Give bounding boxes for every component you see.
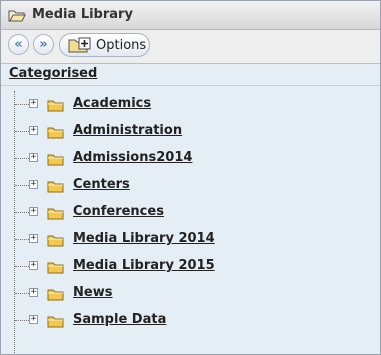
- open-folder-icon: [8, 8, 26, 27]
- folder-icon: [47, 178, 64, 197]
- toolbar: « » Options: [1, 30, 380, 64]
- tree-item[interactable]: + Centers: [1, 172, 380, 199]
- folder-icon: [47, 151, 64, 170]
- expand-icon[interactable]: +: [29, 180, 38, 189]
- expand-icon[interactable]: +: [29, 261, 38, 270]
- expand-icon[interactable]: +: [29, 234, 38, 243]
- tree-item[interactable]: + Conferences: [1, 199, 380, 226]
- panel-title: Media Library: [32, 7, 133, 22]
- tree-connector: [15, 158, 29, 159]
- tree-item-label[interactable]: News: [73, 285, 112, 300]
- folder-options-icon: [68, 37, 92, 58]
- tree-item-label[interactable]: Media Library 2014: [73, 231, 215, 246]
- expand-icon[interactable]: +: [29, 153, 38, 162]
- expand-icon[interactable]: +: [29, 126, 38, 135]
- tree-item[interactable]: + Sample Data: [1, 307, 380, 334]
- tree-item-label[interactable]: Conferences: [73, 204, 164, 219]
- tree-connector: [15, 104, 29, 105]
- tree-item[interactable]: + Media Library 2014: [1, 226, 380, 253]
- tree-connector: [15, 320, 29, 321]
- media-library-panel: Media Library « » Options Categorised + A…: [0, 0, 381, 355]
- tree-item[interactable]: + News: [1, 280, 380, 307]
- categorised-root[interactable]: Categorised: [9, 66, 97, 81]
- next-button[interactable]: »: [33, 34, 54, 55]
- tree-item[interactable]: + Media Library 2015: [1, 253, 380, 280]
- title-bar: Media Library: [1, 1, 380, 30]
- expand-icon[interactable]: +: [29, 315, 38, 324]
- tree-connector: [15, 212, 29, 213]
- options-button[interactable]: Options: [59, 33, 150, 57]
- folder-icon: [47, 286, 64, 305]
- tree-item[interactable]: + Academics: [1, 91, 380, 118]
- folder-icon: [47, 313, 64, 332]
- folder-icon: [47, 205, 64, 224]
- tree-item[interactable]: + Admissions2014: [1, 145, 380, 172]
- tree-connector: [15, 239, 29, 240]
- tree-item-label[interactable]: Sample Data: [73, 312, 166, 327]
- divider: [1, 85, 380, 86]
- expand-icon[interactable]: +: [29, 99, 38, 108]
- folder-icon: [47, 97, 64, 116]
- options-label: Options: [96, 38, 147, 53]
- folder-icon: [47, 124, 64, 143]
- tree-item[interactable]: + Administration: [1, 118, 380, 145]
- tree-connector: [15, 131, 29, 132]
- expand-icon[interactable]: +: [29, 207, 38, 216]
- expand-icon[interactable]: +: [29, 288, 38, 297]
- previous-button[interactable]: «: [8, 34, 29, 55]
- tree-connector: [15, 293, 29, 294]
- tree-item-label[interactable]: Admissions2014: [73, 150, 192, 165]
- folder-icon: [47, 259, 64, 278]
- tree-item-label[interactable]: Administration: [73, 123, 182, 138]
- folder-icon: [47, 232, 64, 251]
- tree-item-label[interactable]: Centers: [73, 177, 130, 192]
- tree-item-label[interactable]: Academics: [73, 96, 151, 111]
- tree-connector: [15, 266, 29, 267]
- tree-item-label[interactable]: Media Library 2015: [73, 258, 215, 273]
- tree-connector: [15, 185, 29, 186]
